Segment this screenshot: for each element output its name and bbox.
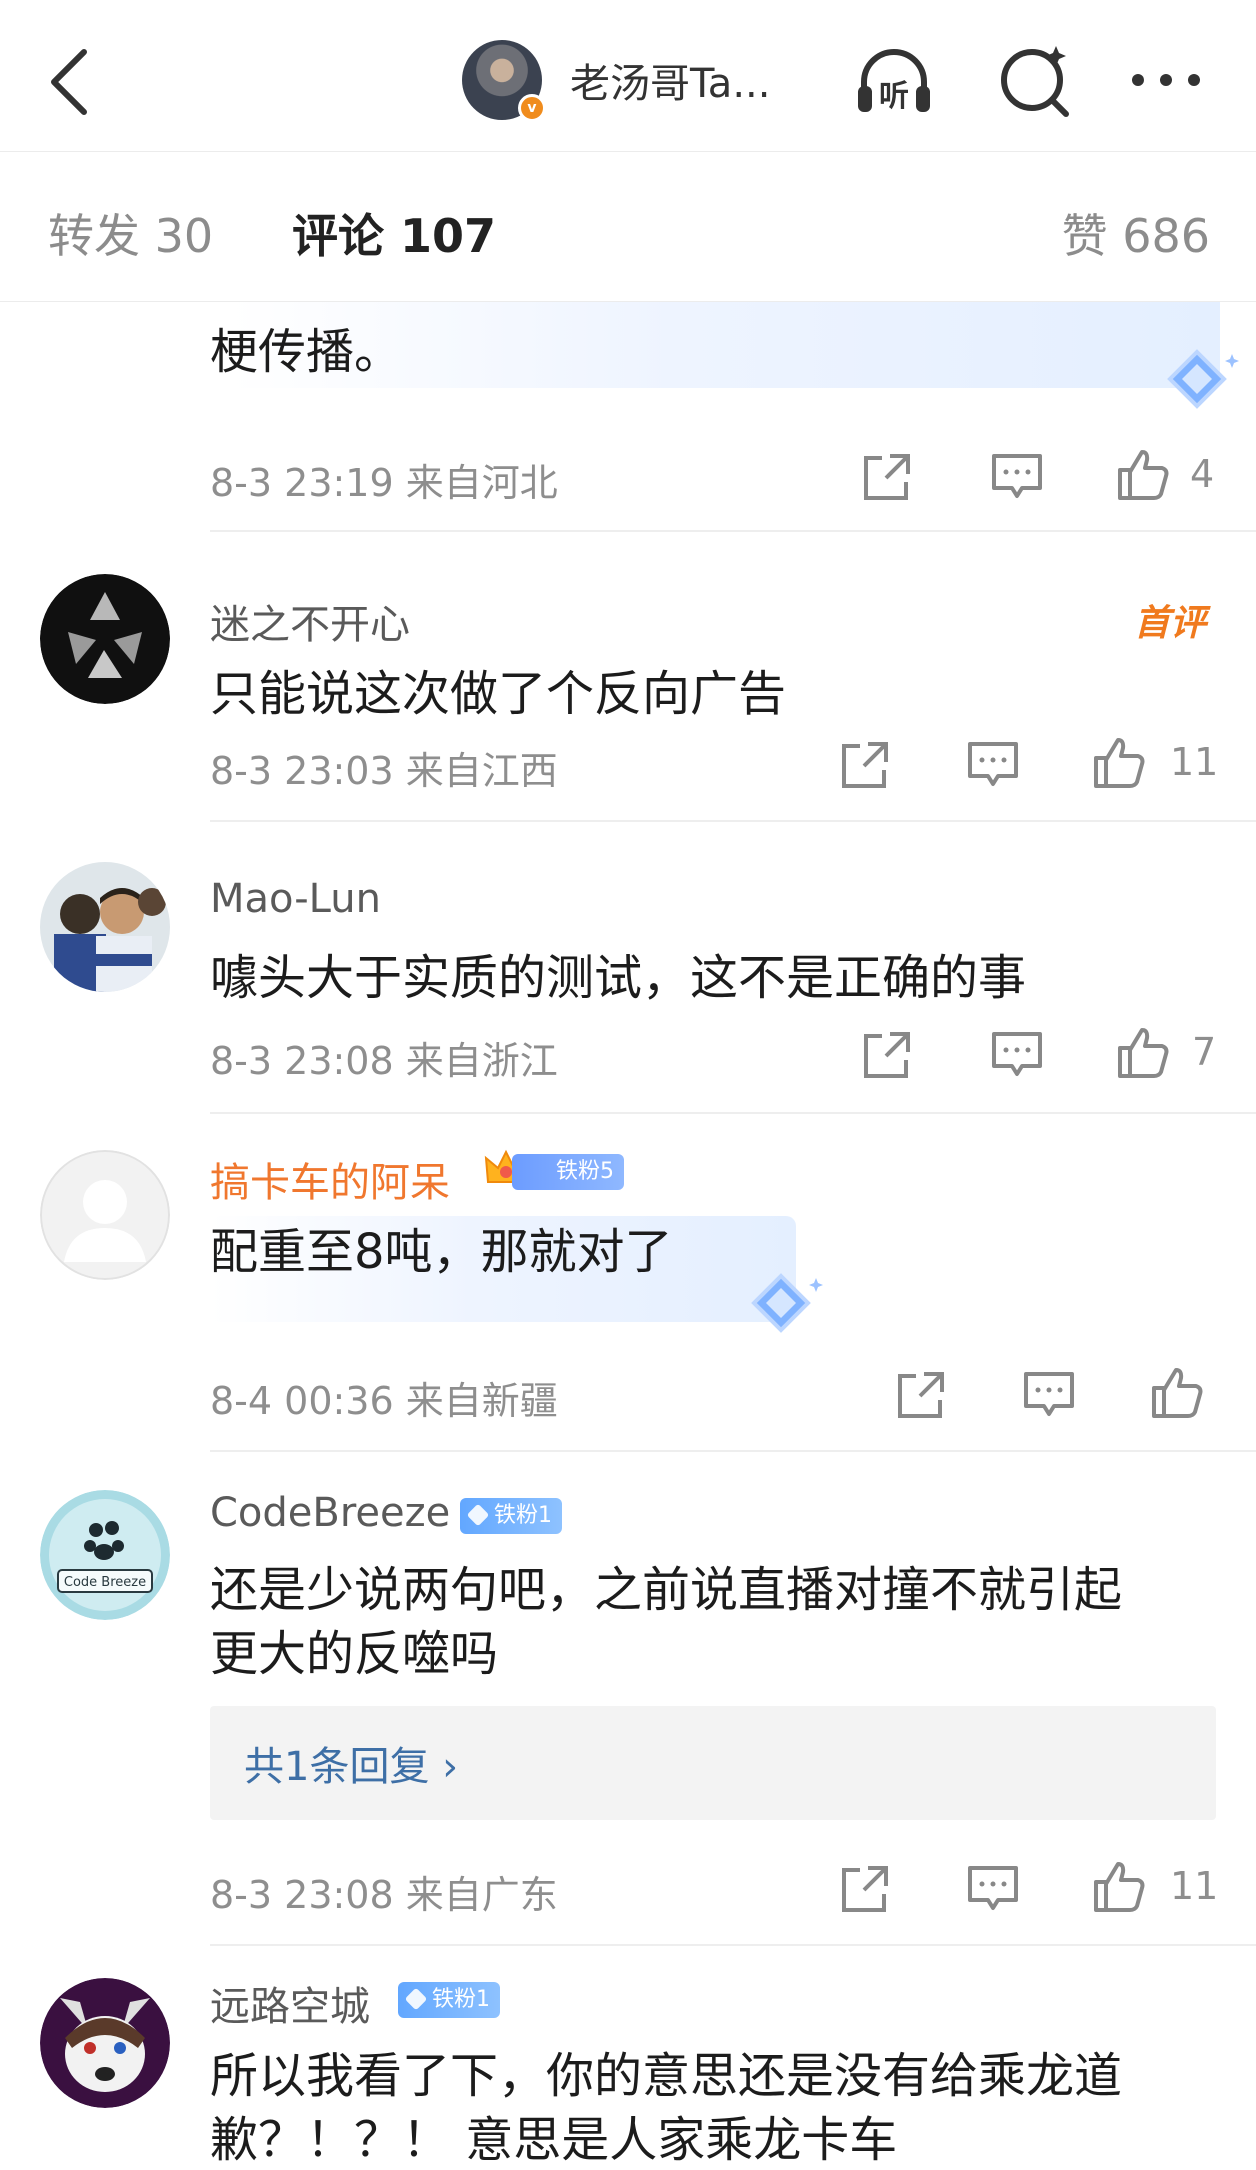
tab-repost[interactable]: 转发 30: [48, 200, 213, 266]
avatar[interactable]: [40, 862, 170, 992]
comment-text: 梗传播。: [210, 324, 403, 380]
comment-text: 配重至8吨，那就对了: [210, 1224, 673, 1280]
divider: [210, 1450, 1256, 1452]
like-icon[interactable]: [1116, 1026, 1170, 1080]
comment-text-line: 歉？！？！ 意思是人家乘龙卡车: [210, 2112, 898, 2168]
avatar-text: Code Breeze: [64, 1575, 146, 1590]
first-comment-badge: 首评: [1133, 603, 1206, 644]
share-icon[interactable]: [894, 1368, 948, 1422]
listen-label: 听: [879, 79, 909, 114]
comment-text: 还是少说两句吧，之前说直播对撞不就引起 更大的反噬吗: [210, 1558, 1210, 1686]
like-icon[interactable]: [1092, 1860, 1146, 1914]
comment-meta: 8-4 00:36 来自新疆: [210, 1370, 558, 1425]
tab-likes[interactable]: 赞 686: [1062, 200, 1210, 266]
verified-badge: v: [518, 94, 546, 122]
comment-text: 只能说这次做了个反向广告: [210, 666, 787, 722]
username[interactable]: CodeBreeze: [210, 1490, 450, 1536]
avatar[interactable]: [40, 1978, 170, 2108]
search-icon[interactable]: [994, 40, 1078, 124]
username[interactable]: 远路空城: [210, 1974, 370, 2032]
comment-location: 来自河北: [405, 461, 558, 505]
top-bar: v 老汤哥Ta... 听: [0, 0, 1256, 152]
comment-text-line: 还是少说两句吧，之前说直播对撞不就引起: [210, 1562, 1123, 1618]
divider: [210, 820, 1256, 822]
like-icon[interactable]: [1092, 736, 1146, 790]
back-icon[interactable]: [40, 42, 100, 122]
fan-badge: 铁粉1: [460, 1498, 562, 1534]
comment-feed: 梗传播。 8-3 23:19 来自河北 4 迷之不开心 首评 只能说这次做了个反…: [0, 302, 1256, 2170]
like-count: 11: [1170, 740, 1219, 784]
reply-summary-text[interactable]: 共1条回复 ›: [244, 1734, 458, 1792]
reply-summary[interactable]: 共1条回复 ›: [210, 1706, 1216, 1820]
reply-icon[interactable]: [966, 738, 1020, 792]
listen-icon[interactable]: 听: [852, 40, 936, 124]
fan-badge: 铁粉5: [512, 1154, 624, 1190]
comment-text: 噱头大于实质的测试，这不是正确的事: [210, 950, 1027, 1006]
like-count: 4: [1190, 452, 1215, 496]
share-icon[interactable]: [838, 1862, 892, 1916]
more-icon[interactable]: [1124, 40, 1208, 124]
like-icon[interactable]: [1150, 1366, 1204, 1420]
comment-text: 所以我看了下，你的意思还是没有给乘龙道 歉？！？！ 意思是人家乘龙卡车: [210, 2044, 1210, 2170]
comment-time: 8-3 23:19: [210, 461, 394, 505]
comment-meta: 8-3 23:19 来自河北: [210, 452, 558, 507]
like-count: 7: [1192, 1030, 1217, 1074]
avatar[interactable]: [40, 574, 170, 704]
author-name[interactable]: 老汤哥Ta...: [570, 51, 770, 109]
reply-icon[interactable]: [966, 1862, 1020, 1916]
like-count: 11: [1170, 1864, 1219, 1908]
share-icon[interactable]: [860, 1028, 914, 1082]
author-info[interactable]: v 老汤哥Ta...: [462, 40, 770, 122]
fan-badge: 铁粉1: [398, 1982, 500, 2018]
comment-text-line: 更大的反噬吗: [210, 1626, 499, 1682]
comment-time: 8-3 23:03: [210, 749, 394, 793]
like-icon[interactable]: [1116, 448, 1170, 502]
username[interactable]: 迷之不开心: [210, 592, 410, 650]
comment-meta: 8-3 23:03 来自江西: [210, 740, 558, 795]
comment-time: 8-4 00:36: [210, 1379, 394, 1423]
avatar[interactable]: [40, 1150, 170, 1280]
reply-icon[interactable]: [990, 450, 1044, 504]
comment-text-line: 所以我看了下，你的意思还是没有给乘龙道: [210, 2048, 1123, 2104]
comment-location: 来自浙江: [405, 1039, 558, 1083]
comment-meta: 8-3 23:08 来自浙江: [210, 1030, 558, 1085]
comment-location: 来自新疆: [405, 1379, 558, 1423]
username[interactable]: 搞卡车的阿呆: [210, 1150, 450, 1208]
tab-comments[interactable]: 评论 107: [292, 200, 496, 266]
comment-location: 来自广东: [405, 1873, 558, 1917]
divider: [210, 1944, 1256, 1946]
author-avatar[interactable]: v: [462, 40, 546, 122]
comment-time: 8-3 23:08: [210, 1039, 394, 1083]
share-icon[interactable]: [860, 450, 914, 504]
comment-meta: 8-3 23:08 来自广东: [210, 1864, 558, 1919]
comment-location: 来自江西: [405, 749, 558, 793]
divider: [210, 1112, 1256, 1114]
share-icon[interactable]: [838, 738, 892, 792]
username[interactable]: Mao-Lun: [210, 876, 381, 922]
reply-icon[interactable]: [990, 1028, 1044, 1082]
divider: [210, 530, 1256, 532]
avatar[interactable]: Code Breeze: [40, 1490, 170, 1620]
comment-time: 8-3 23:08: [210, 1873, 394, 1917]
reply-icon[interactable]: [1022, 1368, 1076, 1422]
comment-tabs: 转发 30 评论 107 赞 686: [0, 152, 1256, 302]
